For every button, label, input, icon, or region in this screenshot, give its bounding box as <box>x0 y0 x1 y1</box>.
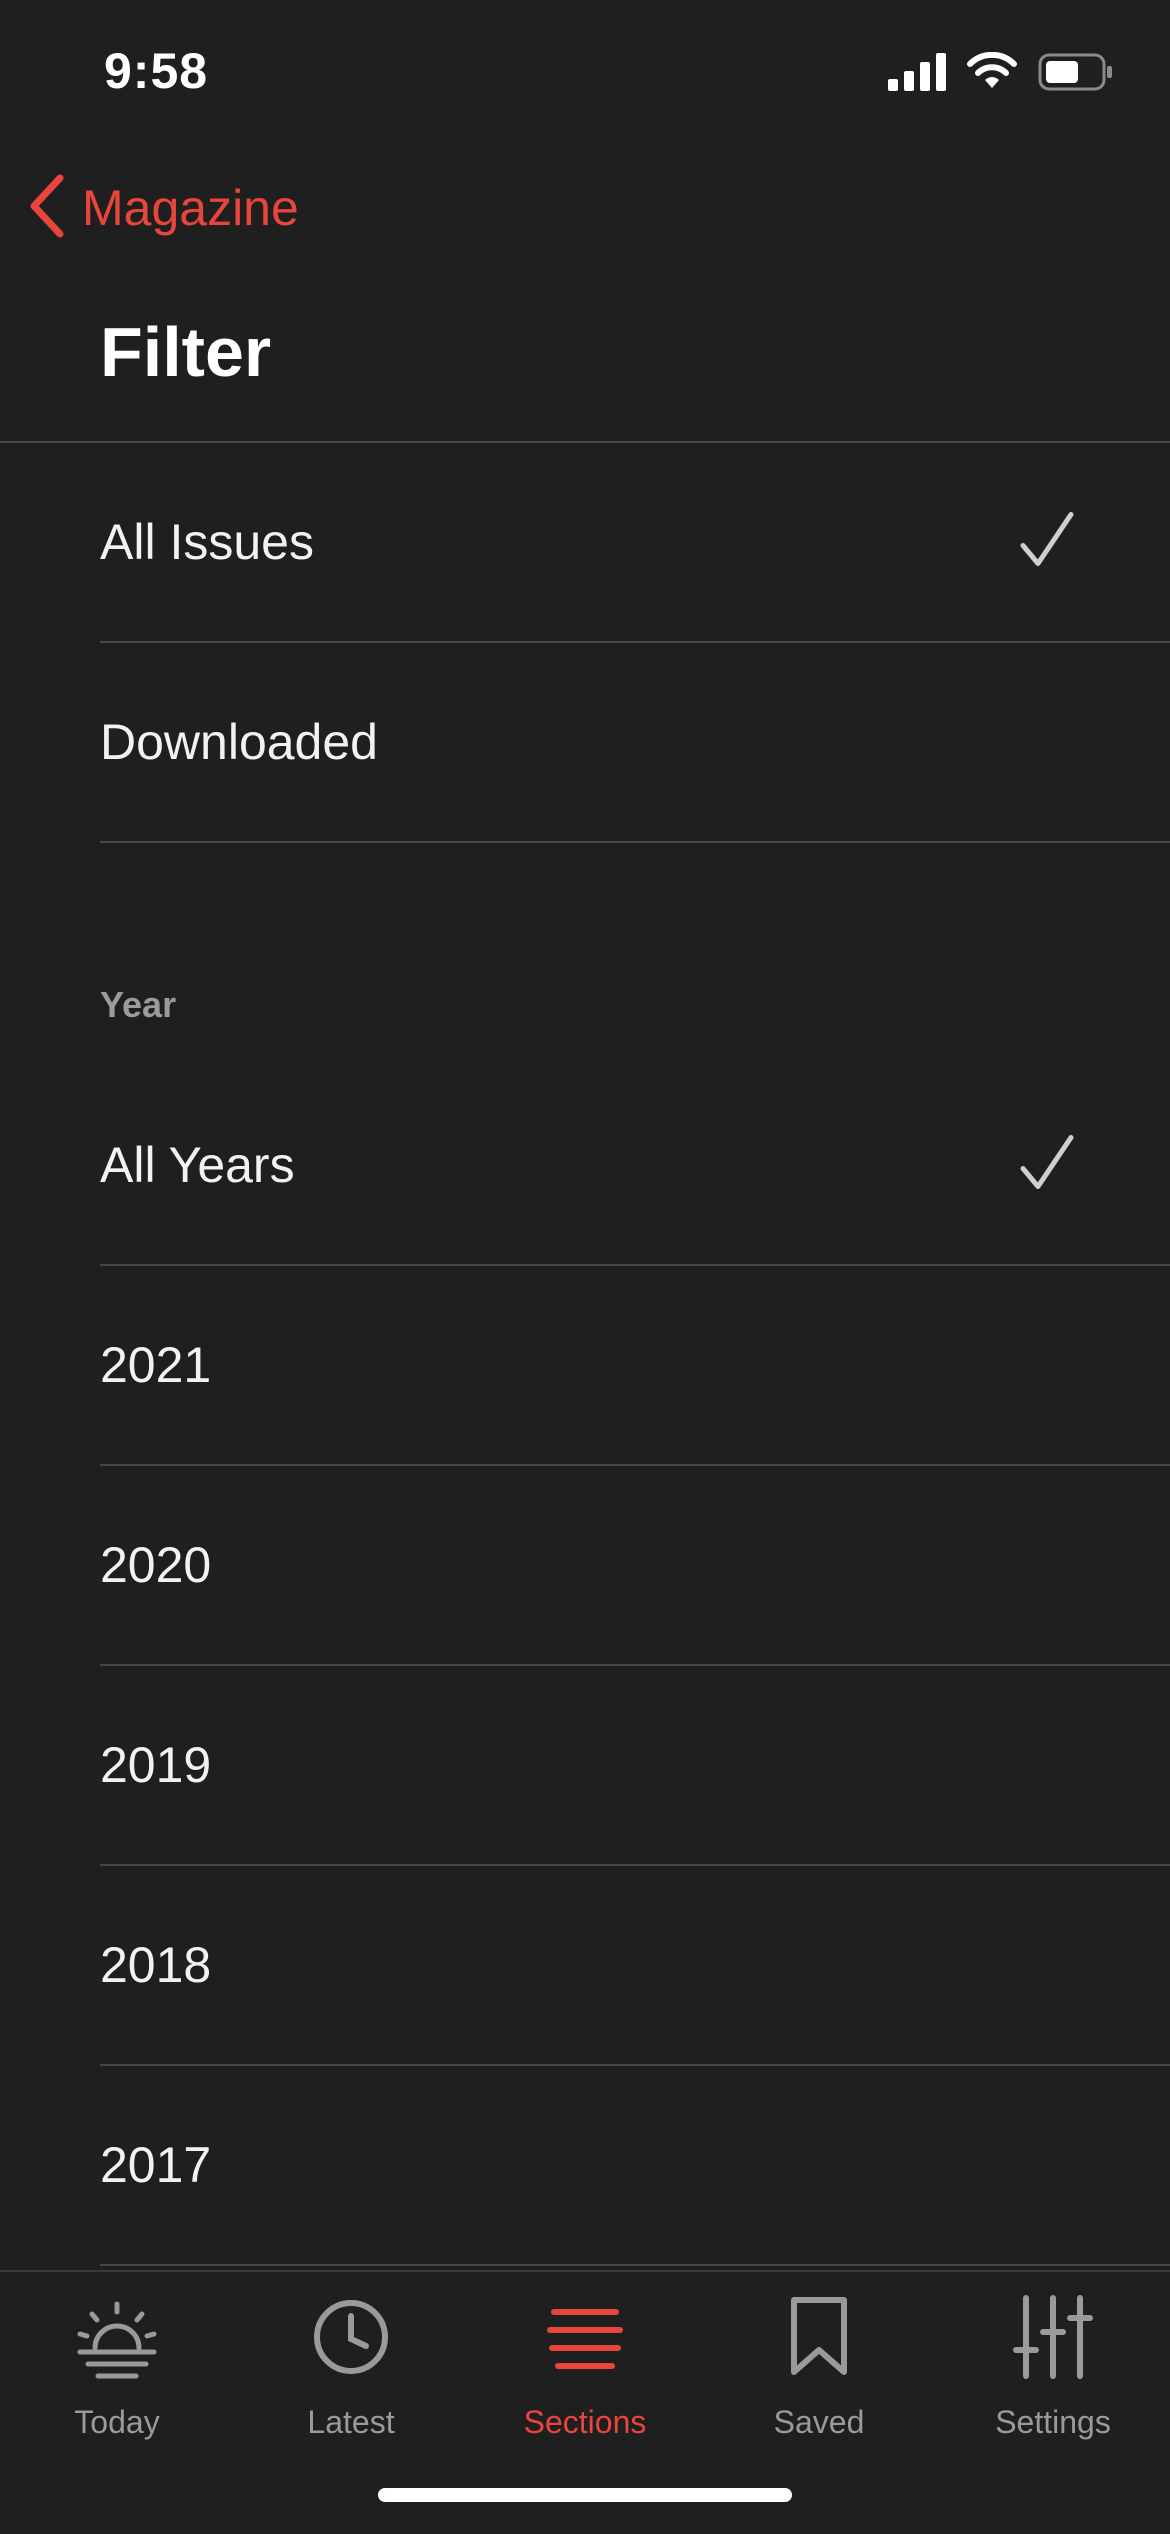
page-title: Filter <box>100 313 272 391</box>
checkmark-icon <box>1020 512 1074 573</box>
option-label: All Years <box>100 1137 295 1193</box>
option-label: 2017 <box>100 2137 212 2193</box>
tab-today[interactable]: Today <box>0 2292 234 2472</box>
filter-option-2019[interactable]: 2019 <box>100 1666 1170 1866</box>
filter-option-downloaded[interactable]: Downloaded <box>100 643 1170 843</box>
option-label: Downloaded <box>100 714 378 770</box>
clock-icon <box>306 2292 396 2382</box>
home-indicator[interactable] <box>378 2488 792 2502</box>
tab-settings[interactable]: Settings <box>936 2292 1170 2472</box>
filter-option-2020[interactable]: 2020 <box>100 1466 1170 1666</box>
option-label: 2021 <box>100 1337 212 1393</box>
issue-filter-list: All Issues Downloaded <box>0 443 1170 843</box>
tab-saved[interactable]: Saved <box>702 2292 936 2472</box>
section-header-year: Year <box>100 984 177 1025</box>
tab-label: Today <box>74 2404 160 2440</box>
status-icons <box>888 51 1114 97</box>
bookmark-icon <box>774 2292 864 2382</box>
checkmark-icon <box>1020 1135 1074 1196</box>
option-label: 2019 <box>100 1737 212 1793</box>
filter-option-2021[interactable]: 2021 <box>100 1266 1170 1466</box>
sliders-icon <box>1008 2292 1098 2382</box>
status-bar: 9:58 <box>0 0 1170 140</box>
filter-option-all-issues[interactable]: All Issues <box>100 443 1170 643</box>
sunrise-icon <box>72 2292 162 2382</box>
option-label: All Issues <box>100 514 314 570</box>
option-label: 2018 <box>100 1937 212 1993</box>
filter-option-2018[interactable]: 2018 <box>100 1866 1170 2066</box>
back-button[interactable]: Magazine <box>26 168 299 248</box>
tab-latest[interactable]: Latest <box>234 2292 468 2472</box>
back-button-label: Magazine <box>82 180 299 236</box>
wifi-icon <box>966 51 1018 97</box>
tab-label: Sections <box>523 2404 647 2440</box>
filter-option-2017[interactable]: 2017 <box>100 2066 1170 2266</box>
year-filter-list: All Years 2021 2020 2019 2018 2017 <box>0 1066 1170 2266</box>
tab-label: Settings <box>995 2404 1111 2440</box>
chevron-left-icon <box>26 174 66 243</box>
option-label: 2020 <box>100 1537 212 1593</box>
battery-icon <box>1038 53 1114 96</box>
sections-lines-icon <box>540 2292 630 2382</box>
cellular-signal-icon <box>888 53 946 96</box>
tab-sections[interactable]: Sections <box>468 2292 702 2472</box>
tab-label: Saved <box>773 2404 865 2440</box>
status-time: 9:58 <box>104 43 209 99</box>
filter-option-all-years[interactable]: All Years <box>100 1066 1170 1266</box>
tab-label: Latest <box>307 2404 395 2440</box>
